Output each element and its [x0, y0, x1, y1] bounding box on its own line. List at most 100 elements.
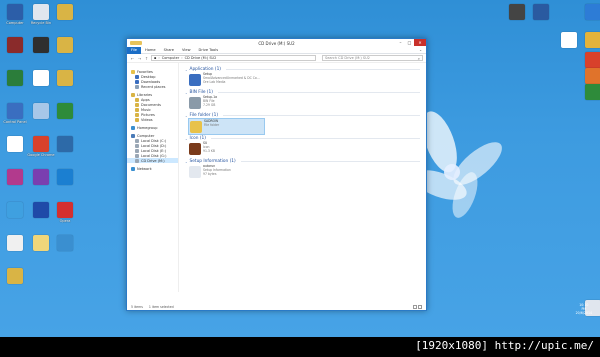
desktop-icon-3[interactable] — [4, 37, 26, 53]
nav-item-label: Desktop — [141, 74, 156, 79]
tab-file[interactable]: File — [127, 46, 142, 54]
expand-ribbon-icon[interactable]: ⌄ — [419, 48, 422, 52]
search-icon[interactable]: ⌕ — [418, 56, 420, 61]
desktop-right-icon-4[interactable] — [582, 32, 600, 48]
tab-drive-tools[interactable]: Drive Tools — [195, 48, 223, 52]
desktop-icon-label: Opera — [59, 219, 71, 223]
file-item[interactable]: autorun Setup Information 97 bytes — [185, 164, 420, 181]
app-icon — [33, 70, 49, 86]
desktop-right-icon-5[interactable] — [582, 52, 600, 68]
up-arrow-icon[interactable]: ↑ — [144, 56, 149, 61]
desktop-icon-8[interactable] — [54, 70, 76, 86]
title-bar[interactable]: CD Drive (M:) SU2 – □ ✕ — [127, 39, 426, 47]
app-icon — [561, 32, 577, 48]
folder-icon — [135, 107, 139, 112]
desktop-icon-1[interactable]: Recycle Bin — [30, 4, 52, 25]
file-item[interactable]: Setup-1a BIN File 7.29 GB — [185, 95, 420, 112]
chevron-down-icon: ⌄ — [185, 159, 188, 164]
group-divider — [210, 138, 420, 139]
desktop-icon-12[interactable] — [4, 136, 26, 152]
desktop-right-icon-2[interactable] — [582, 4, 600, 20]
desktop-icon-5[interactable] — [54, 37, 76, 53]
desktop-right-icon-0[interactable] — [506, 4, 528, 20]
desktop-right-icon-3[interactable] — [558, 32, 580, 48]
desktop-icon-24[interactable] — [4, 268, 26, 284]
desktop-icon-16[interactable] — [30, 169, 52, 185]
nav-item[interactable]: Recent places — [127, 84, 178, 89]
app-icon — [7, 169, 23, 185]
desktop-icon-0[interactable]: Computer — [4, 4, 26, 25]
maximize-button[interactable]: □ — [405, 39, 414, 46]
chevron-down-icon: ⌄ — [185, 136, 188, 141]
desktop-icon-20[interactable]: Opera — [54, 202, 76, 223]
desktop-icon-11[interactable] — [54, 103, 76, 119]
bin-file-icon — [189, 97, 201, 109]
explorer-window: CD Drive (M:) SU2 – □ ✕ File Home Share … — [126, 38, 427, 311]
close-button[interactable]: ✕ — [414, 39, 426, 46]
address-bar[interactable]: ▪ › Computer › CD Drive (M:) SU2 — [151, 55, 316, 61]
desktop-right-icon-7[interactable] — [582, 84, 600, 100]
setup-app-icon — [189, 74, 201, 86]
nav-item[interactable]: Homegroup — [127, 125, 178, 130]
chrome-icon — [33, 136, 49, 152]
desktop-icon-23[interactable] — [54, 235, 76, 251]
desktop-icon-6[interactable] — [4, 70, 26, 86]
file-item[interactable]: SADROW File folder — [188, 118, 265, 135]
desktop-icon-15[interactable] — [4, 169, 26, 185]
disk-icon — [135, 153, 139, 158]
file-item[interactable]: Setup SmallAdvancedUnmarked & DC Co... Ore… — [185, 72, 420, 89]
desktop-icon-label: Control Panel — [3, 120, 27, 124]
breadcrumb-computer[interactable]: Computer — [162, 56, 179, 60]
forward-arrow-icon[interactable]: → — [137, 56, 142, 61]
clock[interactable]: 10:10 PM 20/6/2014 — [576, 303, 592, 315]
desktop-icon-label: Google Chrome — [27, 153, 55, 157]
details-view-icon[interactable] — [413, 304, 417, 309]
nav-item[interactable]: Network — [127, 166, 178, 171]
desktop-icon-19[interactable] — [30, 202, 52, 218]
desktop-icon-10[interactable] — [30, 103, 52, 119]
app-icon — [33, 235, 49, 251]
app-icon — [57, 136, 73, 152]
desktop-icon-22[interactable] — [30, 235, 52, 251]
nav-item-label: Computer — [137, 133, 155, 138]
folder-icon — [190, 121, 202, 133]
desktop-icon-2[interactable] — [54, 4, 76, 20]
desktop-icon-14[interactable] — [54, 136, 76, 152]
ie-icon — [585, 4, 600, 20]
folder-icon — [135, 117, 139, 122]
nav-item-label: Network — [137, 166, 152, 171]
desktop-icon-4[interactable] — [30, 37, 52, 53]
computer-icon — [131, 133, 135, 138]
nav-item-label: Local Disk (C:) — [141, 138, 167, 143]
desktop-right-icon-1[interactable] — [530, 4, 552, 20]
breadcrumb-cd-drive[interactable]: CD Drive (M:) SU2 — [185, 56, 217, 60]
desktop-icon-17[interactable] — [54, 169, 76, 185]
desktop-icon-21[interactable] — [4, 235, 26, 251]
desktop-icon-7[interactable] — [30, 70, 52, 86]
minimize-button[interactable]: – — [396, 39, 405, 46]
search-input[interactable]: Search CD Drive (M:) SU2 ⌕ — [322, 55, 423, 61]
tab-view[interactable]: View — [178, 48, 195, 52]
nav-item[interactable]: Videos — [127, 117, 178, 122]
nav-item[interactable]: CD Drive (M:) — [127, 158, 178, 163]
opera-icon — [57, 202, 73, 218]
tab-share[interactable]: Share — [160, 48, 178, 52]
desktop-icon-9[interactable]: Control Panel — [3, 103, 27, 124]
item-count: 5 items — [131, 304, 143, 309]
desktop-icon-13[interactable]: Google Chrome — [27, 136, 55, 157]
file-item[interactable]: SU Icon 91.3 KB — [185, 141, 420, 158]
desktop-right-icon-6[interactable] — [582, 68, 600, 84]
nav-item-label: Libraries — [137, 92, 153, 97]
clock-date: 20/6/2014 — [575, 311, 592, 315]
app-icon — [57, 169, 73, 185]
app-icon — [7, 136, 23, 152]
desktop-icon-18[interactable] — [4, 202, 26, 218]
tiles-view-icon[interactable] — [418, 304, 422, 309]
folder-icon — [135, 112, 139, 117]
back-arrow-icon[interactable]: ← — [130, 56, 135, 61]
group-header-label: File folder (1) — [189, 113, 218, 118]
star-icon — [131, 69, 135, 74]
tab-home[interactable]: Home — [141, 48, 160, 52]
nav-item-label: Pictures — [141, 112, 155, 117]
navigation-pane: Favorites Desktop Downloads Recent places Li… — [127, 63, 179, 292]
